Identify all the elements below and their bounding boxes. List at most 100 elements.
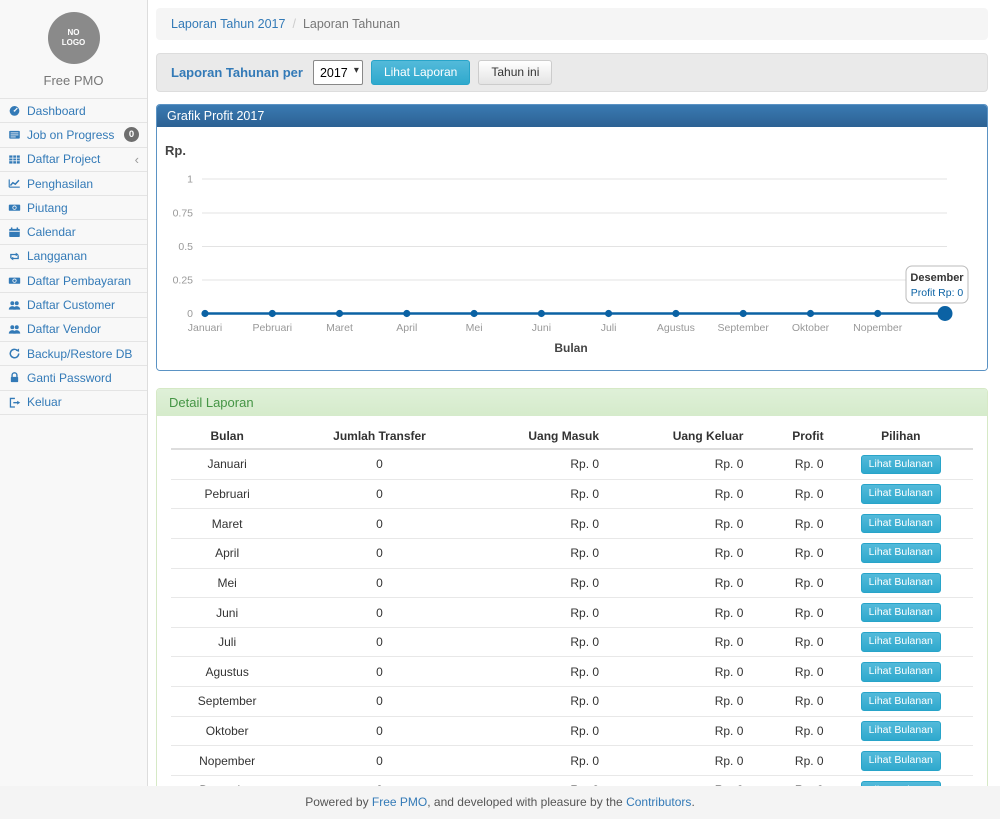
- cell-jumlah-transfer: 0: [283, 627, 475, 657]
- table-row: September 0 Rp. 0 Rp. 0 Rp. 0 Lihat Bula…: [171, 687, 973, 717]
- sidebar-item-ganti-password[interactable]: Ganti Password: [0, 366, 147, 390]
- cell-uang-keluar: Rp. 0: [604, 538, 748, 568]
- cell-uang-keluar: Rp. 0: [604, 568, 748, 598]
- x-tick: April: [396, 322, 417, 334]
- cell-profit: Rp. 0: [748, 627, 828, 657]
- cell-bulan: Maret: [171, 509, 283, 539]
- sidebar-item-piutang[interactable]: Piutang: [0, 196, 147, 220]
- sidebar-item-label: Penghasilan: [27, 177, 93, 191]
- cell-uang-keluar: Rp. 0: [604, 627, 748, 657]
- sidebar-item-label: Dashboard: [27, 104, 86, 118]
- footer-text: Powered by: [305, 795, 372, 809]
- footer-link-free-pmo[interactable]: Free PMO: [372, 795, 427, 809]
- chevron-left-icon: ‹: [135, 153, 139, 166]
- cell-jumlah-transfer: 0: [283, 479, 475, 509]
- lihat-bulanan-button[interactable]: Lihat Bulanan: [861, 514, 941, 534]
- x-axis-title: Bulan: [554, 341, 587, 355]
- breadcrumb-current: Laporan Tahunan: [303, 17, 400, 31]
- calendar-icon: [8, 226, 21, 239]
- sidebar-item-label: Job on Progress: [27, 128, 114, 142]
- cell-uang-keluar: Rp. 0: [604, 509, 748, 539]
- lihat-bulanan-button[interactable]: Lihat Bulanan: [861, 662, 941, 682]
- breadcrumb-link[interactable]: Laporan Tahun 2017: [171, 17, 285, 31]
- cell-uang-keluar: Rp. 0: [604, 716, 748, 746]
- sidebar-menu: Dashboard Job on Progress 0 Daftar Proje…: [0, 98, 147, 415]
- lihat-bulanan-button[interactable]: Lihat Bulanan: [861, 543, 941, 563]
- sidebar-item-backup-restore-db[interactable]: Backup/Restore DB: [0, 342, 147, 366]
- cell-uang-masuk: Rp. 0: [476, 598, 604, 628]
- sidebar-item-daftar-pembayaran[interactable]: Daftar Pembayaran: [0, 269, 147, 293]
- sidebar-item-job-on-progress[interactable]: Job on Progress 0: [0, 123, 147, 147]
- lihat-laporan-button[interactable]: Lihat Laporan: [371, 60, 470, 86]
- cell-bulan: Januari: [171, 449, 283, 479]
- sidebar-item-daftar-project[interactable]: Daftar Project ‹: [0, 148, 147, 172]
- footer-text: , and developed with pleasure by the: [427, 795, 626, 809]
- lihat-bulanan-button[interactable]: Lihat Bulanan: [861, 573, 941, 593]
- cell-uang-masuk: Rp. 0: [476, 479, 604, 509]
- sidebar-item-label: Langganan: [27, 249, 87, 263]
- detail-panel-title: Detail Laporan: [157, 389, 987, 416]
- lihat-bulanan-button[interactable]: Lihat Bulanan: [861, 484, 941, 504]
- table-row: Nopember 0 Rp. 0 Rp. 0 Rp. 0 Lihat Bulan…: [171, 746, 973, 776]
- sidebar-item-dashboard[interactable]: Dashboard: [0, 99, 147, 123]
- logo-block: NO LOGO Free PMO: [0, 0, 147, 98]
- sign-out-icon: [8, 396, 21, 409]
- footer-link-contributors[interactable]: Contributors: [626, 795, 691, 809]
- cell-bulan: April: [171, 538, 283, 568]
- cell-uang-keluar: Rp. 0: [604, 449, 748, 479]
- column-header-jumlah-transfer: Jumlah Transfer: [283, 424, 475, 449]
- cell-bulan: Juli: [171, 627, 283, 657]
- cell-bulan: Mei: [171, 568, 283, 598]
- table-header-row: Bulan Jumlah Transfer Uang Masuk Uang Ke…: [171, 424, 973, 449]
- lihat-bulanan-button[interactable]: Lihat Bulanan: [861, 721, 941, 741]
- footer-text: .: [691, 795, 694, 809]
- cell-jumlah-transfer: 0: [283, 657, 475, 687]
- table-row: Juni 0 Rp. 0 Rp. 0 Rp. 0 Lihat Bulanan: [171, 598, 973, 628]
- cell-profit: Rp. 0: [748, 449, 828, 479]
- lihat-bulanan-button[interactable]: Lihat Bulanan: [861, 455, 941, 475]
- cell-jumlah-transfer: 0: [283, 598, 475, 628]
- money-icon: [8, 274, 21, 287]
- main-row: NO LOGO Free PMO Dashboard Job on Progre…: [0, 0, 1000, 786]
- table-row: Januari 0 Rp. 0 Rp. 0 Rp. 0 Lihat Bulana…: [171, 449, 973, 479]
- sidebar-item-daftar-vendor[interactable]: Daftar Vendor: [0, 318, 147, 342]
- report-table-rows: Januari 0 Rp. 0 Rp. 0 Rp. 0 Lihat Bulana…: [171, 449, 973, 805]
- year-select-wrap: 2017: [313, 60, 363, 85]
- lihat-bulanan-button[interactable]: Lihat Bulanan: [861, 603, 941, 623]
- filter-label: Laporan Tahunan per: [171, 65, 303, 80]
- table-row: Maret 0 Rp. 0 Rp. 0 Rp. 0 Lihat Bulanan: [171, 509, 973, 539]
- cell-bulan: Oktober: [171, 716, 283, 746]
- cell-bulan: Juni: [171, 598, 283, 628]
- sidebar-item-langganan[interactable]: Langganan: [0, 245, 147, 269]
- table-row: Pebruari 0 Rp. 0 Rp. 0 Rp. 0 Lihat Bulan…: [171, 479, 973, 509]
- cell-profit: Rp. 0: [748, 568, 828, 598]
- cell-profit: Rp. 0: [748, 716, 828, 746]
- cell-profit: Rp. 0: [748, 746, 828, 776]
- logo-text: NO LOGO: [59, 28, 89, 48]
- lihat-bulanan-button[interactable]: Lihat Bulanan: [861, 751, 941, 771]
- detail-table-body: Bulan Jumlah Transfer Uang Masuk Uang Ke…: [157, 416, 987, 819]
- sidebar-item-daftar-customer[interactable]: Daftar Customer: [0, 293, 147, 317]
- newspaper-icon: [8, 128, 21, 141]
- sidebar-item-keluar[interactable]: Keluar: [0, 391, 147, 415]
- year-select[interactable]: 2017: [313, 60, 363, 85]
- sidebar-item-penghasilan[interactable]: Penghasilan: [0, 172, 147, 196]
- lihat-bulanan-button[interactable]: Lihat Bulanan: [861, 632, 941, 652]
- column-header-bulan: Bulan: [171, 424, 283, 449]
- cell-uang-masuk: Rp. 0: [476, 746, 604, 776]
- lihat-bulanan-button[interactable]: Lihat Bulanan: [861, 692, 941, 712]
- profit-chart: Rp. 1 0.75 0.5 0.25 0: [157, 127, 987, 370]
- tooltip-value: Profit Rp: 0: [911, 287, 964, 299]
- breadcrumb: Laporan Tahun 2017 / Laporan Tahunan: [156, 8, 988, 40]
- sidebar: NO LOGO Free PMO Dashboard Job on Progre…: [0, 0, 148, 786]
- sidebar-item-label: Daftar Vendor: [27, 322, 101, 336]
- x-tick: Oktober: [792, 322, 830, 334]
- tahun-ini-button[interactable]: Tahun ini: [478, 60, 552, 86]
- refresh-icon: [8, 347, 21, 360]
- cell-uang-keluar: Rp. 0: [604, 746, 748, 776]
- retweet-icon: [8, 250, 21, 263]
- column-header-uang-keluar: Uang Keluar: [604, 424, 748, 449]
- sidebar-item-calendar[interactable]: Calendar: [0, 220, 147, 244]
- cell-uang-keluar: Rp. 0: [604, 687, 748, 717]
- breadcrumb-separator: /: [292, 17, 295, 31]
